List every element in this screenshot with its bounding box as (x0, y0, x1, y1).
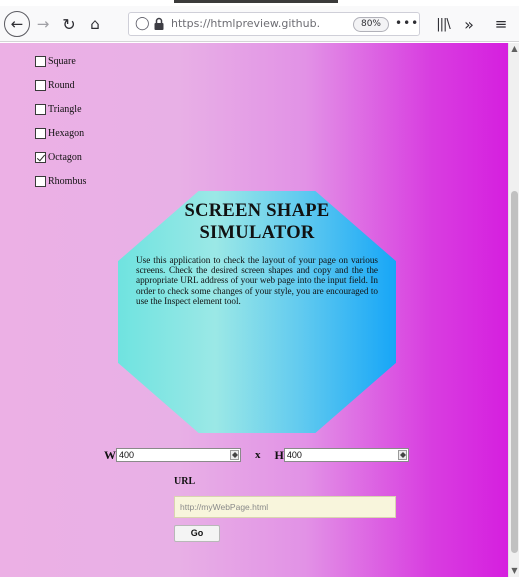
height-label: H (274, 447, 284, 462)
checkbox-label: Triangle (48, 103, 82, 115)
browser-toolbar: ← → ↻ ⌂ ◯ https://htmlpreview.github.io/… (0, 6, 519, 42)
page-actions-icon[interactable]: ••• (395, 16, 419, 30)
zoom-badge[interactable]: 80% (353, 17, 389, 32)
times-sign: x (255, 449, 261, 461)
vertical-scrollbar[interactable]: ▲ ▼ (508, 43, 519, 577)
height-spinner[interactable] (397, 450, 407, 460)
library-icon[interactable]: |||\ (432, 11, 454, 37)
menu-icon[interactable]: ≡ (490, 11, 512, 37)
forward-icon[interactable]: → (32, 11, 54, 37)
checkbox[interactable] (35, 103, 46, 115)
checkbox-label: Hexagon (48, 127, 85, 139)
checkbox[interactable] (35, 79, 46, 91)
simulator-title: SCREEN SHAPE SIMULATOR (184, 201, 330, 243)
go-button[interactable]: Go (174, 525, 220, 542)
url-text[interactable]: https://htmlpreview.github.io/?h (171, 17, 321, 30)
scroll-thumb[interactable] (511, 191, 518, 553)
scroll-up-icon[interactable]: ▲ (509, 43, 519, 55)
checkbox-label: Octagon (48, 151, 82, 163)
url-input[interactable]: http://myWebPage.html (174, 496, 396, 518)
checkbox[interactable] (35, 55, 46, 67)
height-value: 400 (286, 450, 302, 460)
width-label: W (104, 447, 116, 462)
overflow-icon[interactable]: » (458, 11, 480, 37)
shape-checkbox-list: Square Round Triangle Hexagon Octagon Rh… (35, 49, 86, 193)
checkbox-label: Rhombus (48, 175, 87, 187)
width-value: 400 (119, 450, 135, 460)
shield-icon[interactable]: ◯ (135, 16, 150, 31)
scroll-down-icon[interactable]: ▼ (509, 565, 519, 577)
active-tab-indicator (174, 0, 338, 3)
checkbox[interactable] (35, 127, 46, 139)
checkbox-label: Round (48, 79, 75, 91)
size-inputs-row: W 400 x H 400 (104, 448, 409, 462)
url-host: https://htmlpreview.github.io/ (171, 17, 321, 30)
url-label: URL (174, 476, 196, 487)
shape-option-round[interactable]: Round (35, 73, 86, 97)
shape-option-hexagon[interactable]: Hexagon (35, 121, 86, 145)
shape-option-octagon[interactable]: Octagon (35, 145, 86, 169)
width-spinner[interactable] (230, 450, 239, 460)
shape-option-rhombus[interactable]: Rhombus (35, 169, 86, 193)
checkbox[interactable] (35, 175, 46, 187)
shape-option-square[interactable]: Square (35, 49, 86, 73)
shape-option-triangle[interactable]: Triangle (35, 97, 86, 121)
height-input[interactable]: 400 (283, 448, 409, 462)
home-icon[interactable]: ⌂ (84, 11, 106, 37)
octagon-screen-preview: SCREEN SHAPE SIMULATOR Use this applicat… (118, 191, 396, 433)
width-input[interactable]: 400 (116, 448, 241, 462)
simulator-description: Use this application to check the layout… (136, 255, 378, 306)
checkbox-label: Square (48, 55, 76, 67)
address-bar[interactable]: ◯ https://htmlpreview.github.io/?h 80% •… (128, 12, 420, 36)
reload-icon[interactable]: ↻ (58, 11, 80, 37)
lock-icon (154, 17, 164, 30)
back-icon[interactable]: ← (4, 11, 30, 37)
checkbox-checked[interactable] (35, 151, 46, 163)
page-viewport: Square Round Triangle Hexagon Octagon Rh… (0, 43, 508, 577)
